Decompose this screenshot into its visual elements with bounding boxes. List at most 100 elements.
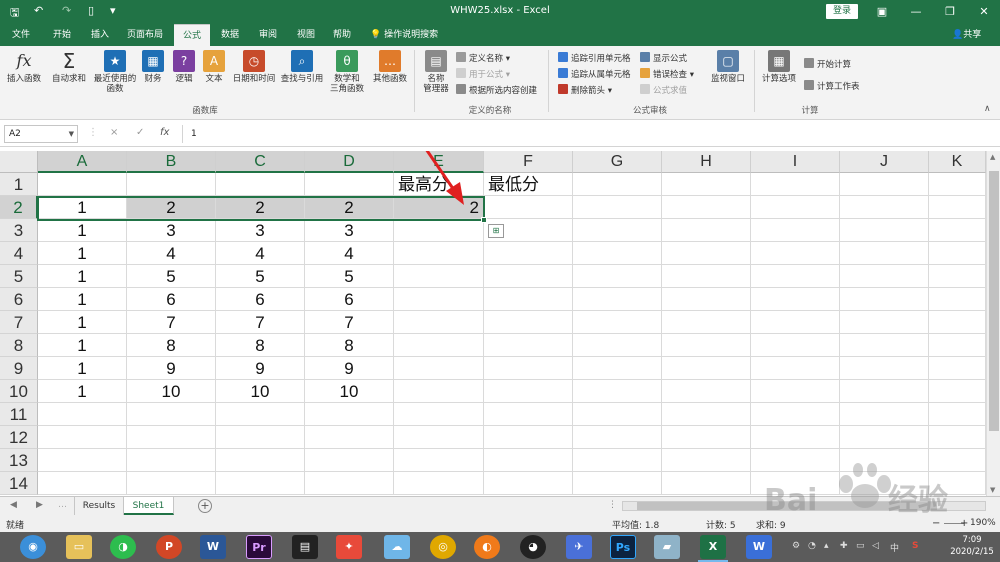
cell-j2[interactable]: [840, 196, 929, 219]
scroll-down-icon[interactable]: ▼: [990, 486, 995, 494]
cell-h13[interactable]: [662, 449, 751, 472]
collapse-ribbon-icon[interactable]: ∧: [984, 104, 991, 114]
cell-k4[interactable]: [929, 242, 986, 265]
cell-f14[interactable]: [484, 472, 573, 495]
sheet-tab-results[interactable]: Results: [74, 497, 124, 515]
cancel-icon[interactable]: ×: [110, 127, 118, 138]
cell-d13[interactable]: [305, 449, 394, 472]
powerpoint-icon[interactable]: P: [156, 535, 182, 559]
logical-button[interactable]: ? 逻辑: [170, 50, 198, 84]
cell-g7[interactable]: [573, 311, 662, 334]
next-sheet-icon[interactable]: ▶: [36, 500, 43, 510]
cell-a4[interactable]: 1: [38, 242, 127, 265]
row-header-13[interactable]: 13: [0, 449, 38, 472]
trace-precedents-button[interactable]: 追踪引用单元格: [558, 52, 631, 64]
cell-h9[interactable]: [662, 357, 751, 380]
cell-c4[interactable]: 4: [216, 242, 305, 265]
cell-f9[interactable]: [484, 357, 573, 380]
cell-e13[interactable]: [394, 449, 484, 472]
cell-b2[interactable]: 2: [127, 196, 216, 219]
cell-j5[interactable]: [840, 265, 929, 288]
name-box[interactable]: A2 ▼: [4, 125, 78, 143]
tray-icon[interactable]: ✚: [840, 541, 848, 551]
autosum-button[interactable]: Σ 自动求和: [48, 50, 90, 84]
cell-k9[interactable]: [929, 357, 986, 380]
cell-k10[interactable]: [929, 380, 986, 403]
cell-b5[interactable]: 5: [127, 265, 216, 288]
cell-b9[interactable]: 9: [127, 357, 216, 380]
watch-window-button[interactable]: ▢ 监视窗口: [706, 50, 750, 84]
tab-page-layout[interactable]: 页面布局: [120, 24, 170, 46]
name-manager-button[interactable]: ▤ 名称 管理器: [418, 50, 454, 94]
cell-k5[interactable]: [929, 265, 986, 288]
app-icon[interactable]: ✈: [566, 535, 592, 559]
cell-e7[interactable]: [394, 311, 484, 334]
row-header-2[interactable]: 2: [0, 196, 38, 219]
show-formulas-button[interactable]: 显示公式: [640, 52, 687, 64]
zoom-level[interactable]: 190%: [970, 518, 996, 528]
row-header-10[interactable]: 10: [0, 380, 38, 403]
cell-j12[interactable]: [840, 426, 929, 449]
cell-c1[interactable]: [216, 173, 305, 196]
cell-d11[interactable]: [305, 403, 394, 426]
cell-a3[interactable]: 1: [38, 219, 127, 242]
row-header-7[interactable]: 7: [0, 311, 38, 334]
cell-f10[interactable]: [484, 380, 573, 403]
cell-k3[interactable]: [929, 219, 986, 242]
cell-d3[interactable]: 3: [305, 219, 394, 242]
cell-a7[interactable]: 1: [38, 311, 127, 334]
cell-j6[interactable]: [840, 288, 929, 311]
cell-f1[interactable]: 最低分: [484, 173, 573, 196]
cell-b8[interactable]: 8: [127, 334, 216, 357]
cell-g13[interactable]: [573, 449, 662, 472]
cell-b4[interactable]: 4: [127, 242, 216, 265]
share-button[interactable]: 👤共享: [952, 24, 981, 46]
more-sheets-icon[interactable]: …: [58, 500, 67, 510]
cell-j14[interactable]: [840, 472, 929, 495]
cell-c13[interactable]: [216, 449, 305, 472]
cell-g4[interactable]: [573, 242, 662, 265]
cell-h12[interactable]: [662, 426, 751, 449]
zoom-out-icon[interactable]: −: [932, 518, 940, 529]
cell-a14[interactable]: [38, 472, 127, 495]
column-header-j[interactable]: J: [840, 151, 929, 173]
cell-f4[interactable]: [484, 242, 573, 265]
cell-j7[interactable]: [840, 311, 929, 334]
column-header-k[interactable]: K: [929, 151, 986, 173]
cell-h2[interactable]: [662, 196, 751, 219]
cell-d4[interactable]: 4: [305, 242, 394, 265]
minimize-icon[interactable]: —: [906, 3, 926, 21]
cell-f7[interactable]: [484, 311, 573, 334]
taskbar-clock[interactable]: 7:09 2020/2/15: [944, 534, 1000, 558]
cell-i7[interactable]: [751, 311, 840, 334]
column-header-c[interactable]: C: [216, 151, 305, 173]
cell-h8[interactable]: [662, 334, 751, 357]
calculate-now-button[interactable]: 开始计算: [804, 58, 851, 70]
premiere-icon[interactable]: Pr: [246, 535, 272, 559]
cell-g8[interactable]: [573, 334, 662, 357]
cell-c7[interactable]: 7: [216, 311, 305, 334]
cell-a8[interactable]: 1: [38, 334, 127, 357]
cell-d14[interactable]: [305, 472, 394, 495]
cell-h14[interactable]: [662, 472, 751, 495]
column-header-d[interactable]: D: [305, 151, 394, 173]
vertical-scroll-thumb[interactable]: [989, 171, 999, 431]
cell-h11[interactable]: [662, 403, 751, 426]
cell-f6[interactable]: [484, 288, 573, 311]
row-header-3[interactable]: 3: [0, 219, 38, 242]
cell-c10[interactable]: 10: [216, 380, 305, 403]
cell-g12[interactable]: [573, 426, 662, 449]
cell-a2[interactable]: 1: [38, 196, 127, 219]
cell-i3[interactable]: [751, 219, 840, 242]
cell-e8[interactable]: [394, 334, 484, 357]
cell-e6[interactable]: [394, 288, 484, 311]
cell-c3[interactable]: 3: [216, 219, 305, 242]
tab-home[interactable]: 开始: [44, 24, 80, 46]
cell-f12[interactable]: [484, 426, 573, 449]
cell-d7[interactable]: 7: [305, 311, 394, 334]
tab-review[interactable]: 审阅: [250, 24, 286, 46]
cell-e9[interactable]: [394, 357, 484, 380]
cell-d9[interactable]: 9: [305, 357, 394, 380]
cell-i8[interactable]: [751, 334, 840, 357]
fill-handle[interactable]: [481, 217, 487, 223]
